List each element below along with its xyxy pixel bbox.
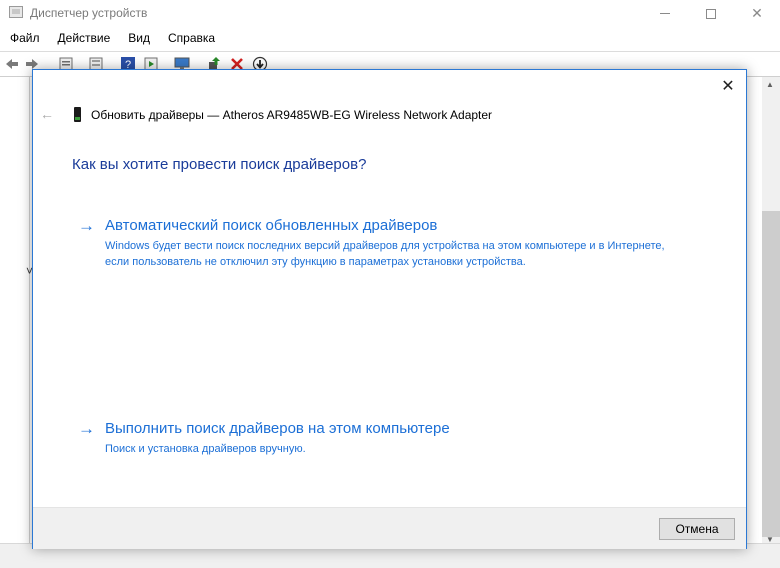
- scrollbar-thumb[interactable]: [762, 211, 780, 537]
- scroll-up-arrow-icon[interactable]: ▲: [766, 80, 774, 89]
- menu-help[interactable]: Справка: [158, 29, 223, 49]
- browse-computer-description: Поиск и установка драйверов вручную.: [105, 443, 306, 455]
- back-arrow-icon[interactable]: [4, 56, 20, 72]
- window-title: Диспетчер устройств: [30, 6, 148, 20]
- search-question-heading: Как вы хотите провести поиск драйверов?: [72, 156, 367, 173]
- back-arrow-icon[interactable]: ←: [40, 106, 54, 122]
- auto-search-description: Windows будет вести поиск последних верс…: [105, 240, 665, 268]
- menu-bar: Файл Действие Вид Справка: [0, 29, 780, 49]
- menu-view[interactable]: Вид: [118, 29, 158, 49]
- dialog-footer: Отмена: [33, 507, 746, 549]
- update-drivers-dialog: ✕ ← Обновить драйверы — Atheros AR9485WB…: [32, 69, 747, 549]
- arrow-right-icon: →: [78, 216, 95, 235]
- device-tree-panel[interactable]: ˅: [0, 77, 33, 543]
- minimize-icon: [660, 13, 670, 14]
- close-icon: ✕: [751, 5, 763, 21]
- arrow-right-icon: →: [78, 419, 95, 438]
- title-bar: Диспетчер устройств ✕: [0, 0, 780, 27]
- close-icon: ✕: [721, 78, 735, 95]
- maximize-button[interactable]: [688, 0, 734, 27]
- browse-computer-title[interactable]: Выполнить поиск драйверов на этом компью…: [105, 420, 450, 437]
- menu-file[interactable]: Файл: [0, 29, 48, 49]
- auto-search-title[interactable]: Автоматический поиск обновленных драйвер…: [105, 217, 437, 234]
- maximize-icon: [706, 8, 716, 19]
- device-manager-icon: [9, 6, 23, 18]
- cancel-button[interactable]: Отмена: [659, 518, 735, 540]
- dialog-title: Обновить драйверы — Atheros AR9485WB-EG …: [91, 108, 493, 122]
- network-adapter-icon: [74, 107, 81, 122]
- window-close-button[interactable]: ✕: [734, 0, 780, 27]
- menu-action[interactable]: Действие: [48, 29, 119, 49]
- dialog-close-button[interactable]: ✕: [716, 74, 740, 98]
- minimize-button[interactable]: [642, 0, 688, 27]
